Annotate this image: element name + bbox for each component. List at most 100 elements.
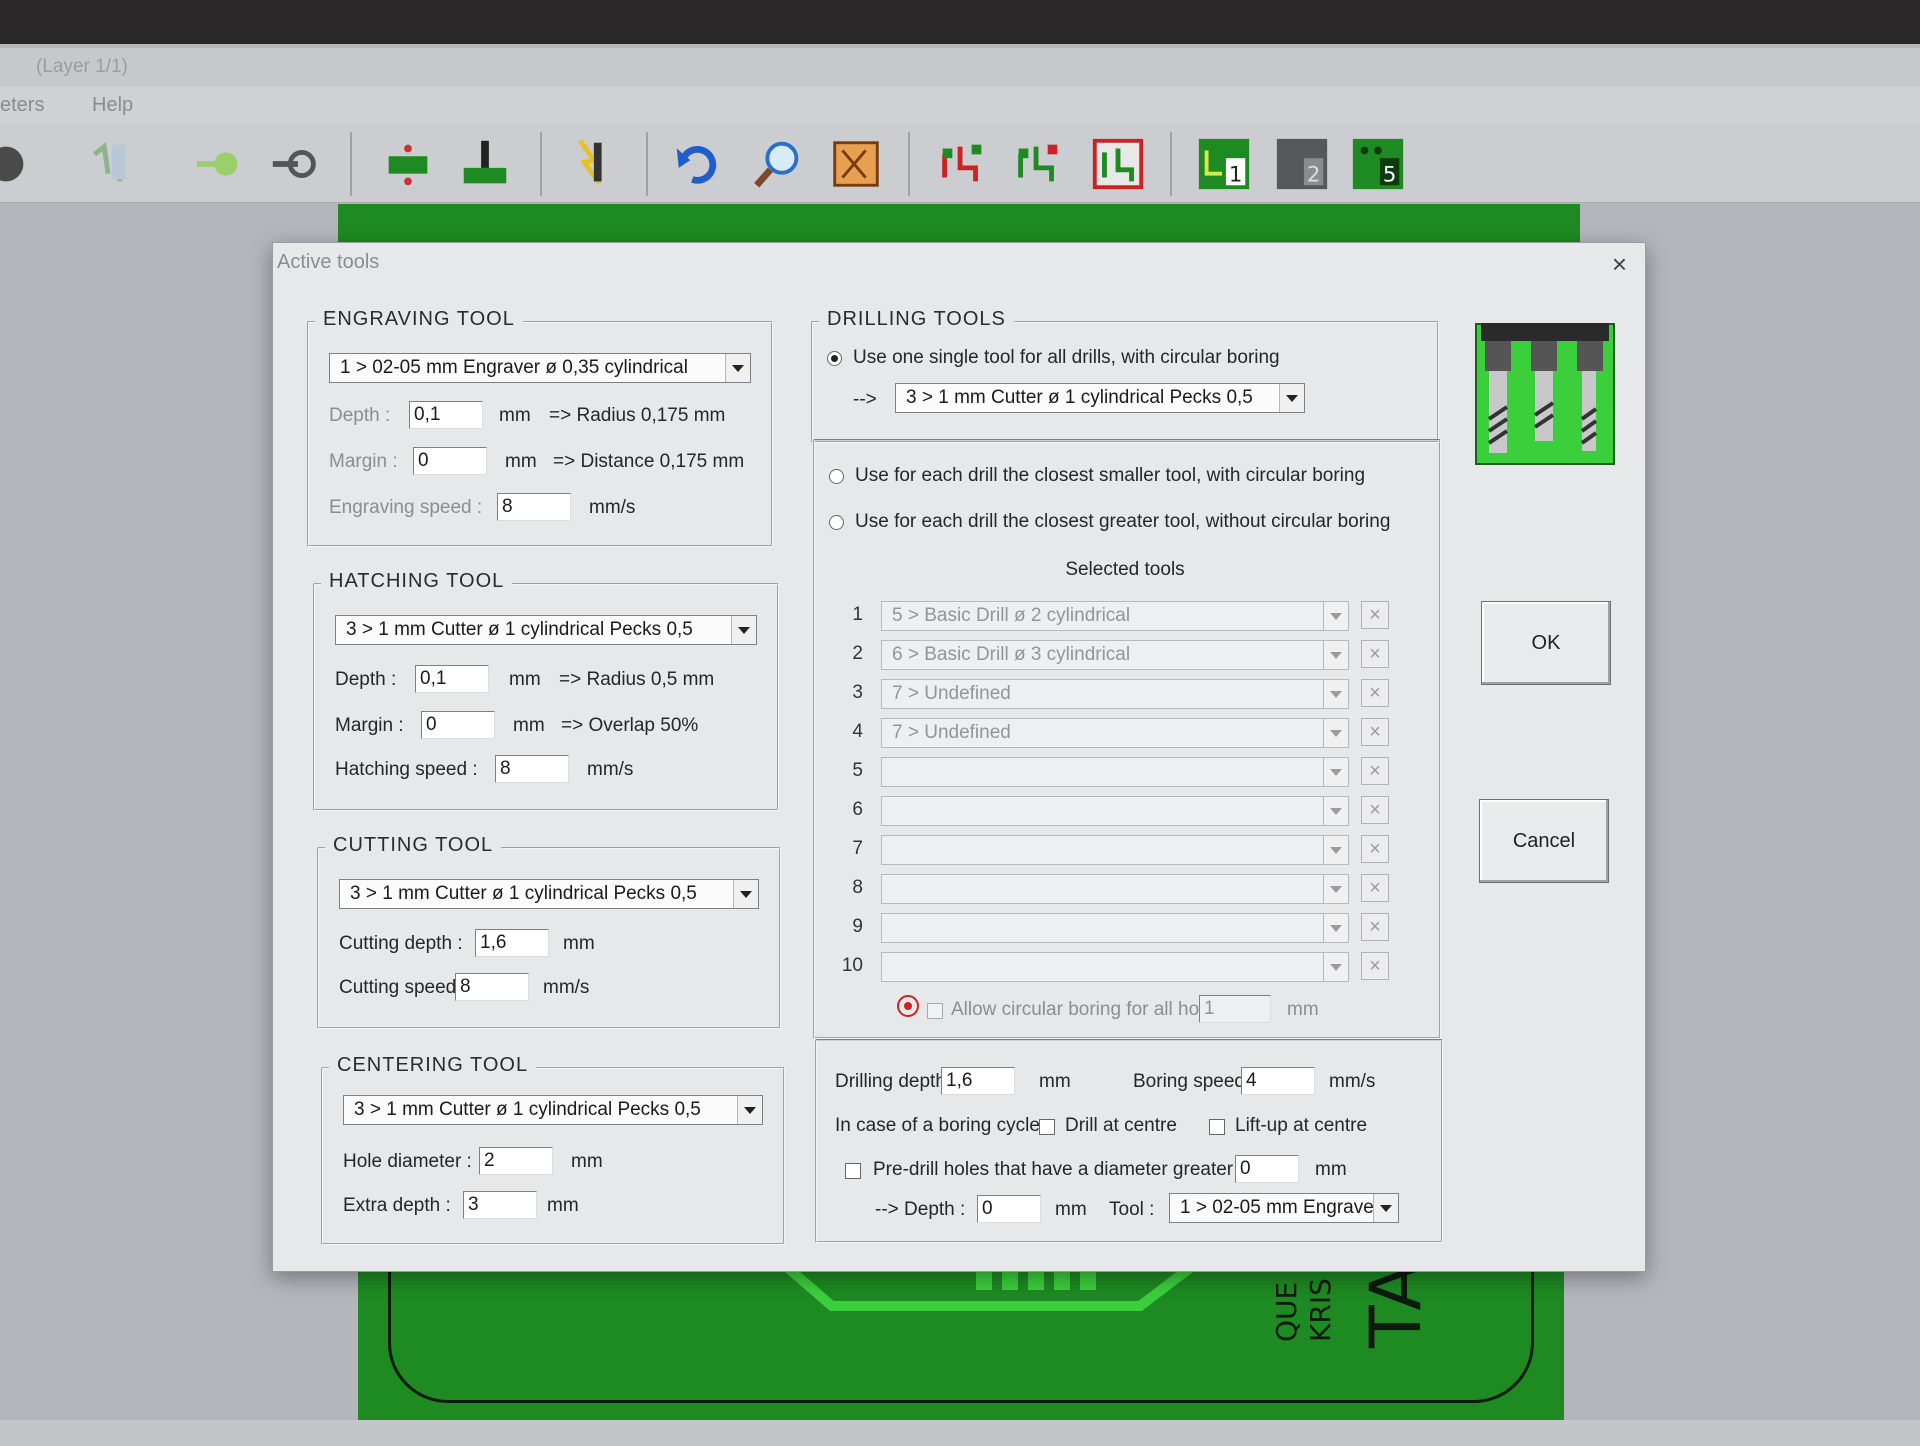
predrill-diameter-input[interactable]: 0	[1235, 1155, 1299, 1183]
cutting-tool-value: 3 > 1 mm Cutter ø 1 cylindrical Pecks 0,…	[350, 883, 697, 904]
single-tool-label[interactable]: Use one single tool for all drills, with…	[853, 347, 1280, 369]
hatching-margin-input[interactable]: 0	[421, 711, 495, 739]
engraving-margin-input[interactable]: 0	[413, 447, 487, 475]
boring-speed-label: Boring speed :	[1133, 1071, 1256, 1092]
remove-tool-icon[interactable]: ×	[1361, 601, 1389, 629]
chevron-down-icon[interactable]	[1323, 680, 1348, 708]
remove-tool-icon[interactable]: ×	[1361, 874, 1389, 902]
hole-diameter-input[interactable]: 2	[479, 1147, 553, 1175]
undo-icon[interactable]	[670, 134, 730, 194]
drill-mount-icon[interactable]	[455, 134, 515, 194]
probe-icon[interactable]	[80, 134, 140, 194]
selected-tool-select[interactable]	[881, 835, 1349, 865]
smaller-tool-radio[interactable]	[829, 469, 844, 484]
cancel-button[interactable]: Cancel	[1479, 799, 1609, 883]
chevron-down-icon[interactable]	[725, 354, 750, 382]
hatching-speed-input[interactable]: 8	[495, 755, 569, 783]
chevron-down-icon[interactable]	[731, 616, 756, 644]
route-green-icon[interactable]	[1008, 134, 1068, 194]
remove-tool-icon[interactable]: ×	[1361, 796, 1389, 824]
selected-tool-select[interactable]	[881, 952, 1349, 982]
chevron-down-icon[interactable]	[1323, 719, 1348, 747]
chevron-down-icon[interactable]	[1323, 602, 1348, 630]
remove-tool-icon[interactable]: ×	[1361, 757, 1389, 785]
engraving-tool-select[interactable]: 1 > 02-05 mm Engraver ø 0,35 cylindrical	[329, 353, 751, 383]
engraving-speed-input[interactable]: 8	[497, 493, 571, 521]
dialog-title-bar[interactable]: Active tools ×	[273, 243, 1645, 285]
remove-tool-icon[interactable]: ×	[1361, 640, 1389, 668]
chevron-down-icon[interactable]	[1323, 641, 1348, 669]
predrill-checkbox[interactable]	[845, 1163, 861, 1179]
drilling-tools-group: DRILLING TOOLS Use one single tool for a…	[811, 308, 1439, 443]
remove-tool-icon[interactable]: ×	[1361, 913, 1389, 941]
predrill-tool-value: 1 > 02-05 mm Engraver	[1180, 1197, 1381, 1218]
ok-button[interactable]: OK	[1481, 601, 1611, 685]
chevron-down-icon[interactable]	[1323, 758, 1348, 786]
remove-tool-icon[interactable]: ×	[1361, 679, 1389, 707]
close-icon[interactable]: ×	[1612, 249, 1627, 280]
hatching-depth-input[interactable]: 0,1	[415, 665, 489, 693]
hatching-tool-select[interactable]: 3 > 1 mm Cutter ø 1 cylindrical Pecks 0,…	[335, 615, 757, 645]
route-red-icon[interactable]	[932, 134, 992, 194]
chevron-down-icon[interactable]	[1323, 836, 1348, 864]
selected-tool-select[interactable]: 6 > Basic Drill ø 3 cylindrical	[881, 640, 1349, 670]
selected-tool-select[interactable]: 7 > Undefined	[881, 718, 1349, 748]
allow-boring-checkbox[interactable]	[927, 1003, 943, 1019]
selected-tool-select[interactable]	[881, 913, 1349, 943]
pcb-board-top	[338, 204, 1580, 244]
centering-tool-select[interactable]: 3 > 1 mm Cutter ø 1 cylindrical Pecks 0,…	[343, 1095, 763, 1125]
toolbar: 1 2 5	[0, 124, 1920, 203]
tool-row-number: 7	[852, 838, 863, 859]
greater-tool-radio[interactable]	[829, 515, 844, 530]
tool-engraver-icon[interactable]	[560, 134, 620, 194]
chevron-down-icon[interactable]	[737, 1096, 762, 1124]
chevron-down-icon[interactable]	[1279, 384, 1304, 412]
key-icon[interactable]	[190, 134, 250, 194]
chevron-down-icon[interactable]	[733, 880, 758, 908]
predrill-depth-input[interactable]: 0	[977, 1195, 1041, 1223]
drill-centre-checkbox[interactable]	[1039, 1119, 1055, 1135]
zoom-icon[interactable]	[748, 134, 808, 194]
chevron-down-icon[interactable]	[1323, 953, 1348, 981]
chevron-down-icon[interactable]	[1323, 875, 1348, 903]
selected-tool-select[interactable]	[881, 757, 1349, 787]
single-drill-tool-select[interactable]: 3 > 1 mm Cutter ø 1 cylindrical Pecks 0,…	[895, 383, 1305, 413]
allow-boring-input[interactable]: 1	[1199, 995, 1271, 1023]
selected-tool-select[interactable]	[881, 874, 1349, 904]
cutting-depth-input[interactable]: 1,6	[475, 929, 549, 957]
remove-tool-icon[interactable]: ×	[1361, 952, 1389, 980]
boring-speed-input[interactable]: 4	[1241, 1067, 1315, 1095]
predrill-tool-select[interactable]: 1 > 02-05 mm Engraver	[1169, 1193, 1399, 1223]
greater-tool-label[interactable]: Use for each drill the closest greater t…	[855, 511, 1390, 533]
chevron-down-icon[interactable]	[1373, 1194, 1398, 1222]
liftup-centre-label[interactable]: Lift-up at centre	[1235, 1115, 1367, 1137]
cutting-tool-select[interactable]: 3 > 1 mm Cutter ø 1 cylindrical Pecks 0,…	[339, 879, 759, 909]
single-drill-tool-value: 3 > 1 mm Cutter ø 1 cylindrical Pecks 0,…	[906, 387, 1253, 408]
chevron-down-icon[interactable]	[1323, 914, 1348, 942]
connector-icon[interactable]	[266, 134, 326, 194]
layer-1-icon[interactable]: 1	[1194, 134, 1254, 194]
single-tool-radio[interactable]	[827, 351, 842, 366]
board-copper-icon[interactable]	[826, 134, 886, 194]
selected-tool-select[interactable]: 5 > Basic Drill ø 2 cylindrical	[881, 601, 1349, 631]
engraving-depth-input[interactable]: 0,1	[409, 401, 483, 429]
selected-tool-select[interactable]	[881, 796, 1349, 826]
chevron-down-icon[interactable]	[1323, 797, 1348, 825]
selected-tool-select[interactable]: 7 > Undefined	[881, 679, 1349, 709]
menu-help[interactable]: Help	[92, 94, 133, 116]
remove-tool-icon[interactable]: ×	[1361, 835, 1389, 863]
predrill-label[interactable]: Pre-drill holes that have a diameter gre…	[873, 1159, 1275, 1181]
smaller-tool-label[interactable]: Use for each drill the closest smaller t…	[855, 465, 1365, 487]
liftup-centre-checkbox[interactable]	[1209, 1119, 1225, 1135]
layer-2-icon[interactable]: 2	[1272, 134, 1332, 194]
remove-tool-icon[interactable]: ×	[1361, 718, 1389, 746]
drilling-depth-input[interactable]: 1,6	[941, 1067, 1015, 1095]
cutting-speed-input[interactable]: 8	[455, 973, 529, 1001]
drill-centre-label[interactable]: Drill at centre	[1065, 1115, 1177, 1137]
board-origin-icon[interactable]	[378, 134, 438, 194]
menu-parameters[interactable]: eters	[0, 94, 44, 116]
route-frame-icon[interactable]	[1088, 134, 1148, 194]
layer-toggle-icon[interactable]	[0, 134, 36, 194]
extra-depth-input[interactable]: 3	[463, 1191, 537, 1219]
layer-5-icon[interactable]: 5	[1348, 134, 1408, 194]
